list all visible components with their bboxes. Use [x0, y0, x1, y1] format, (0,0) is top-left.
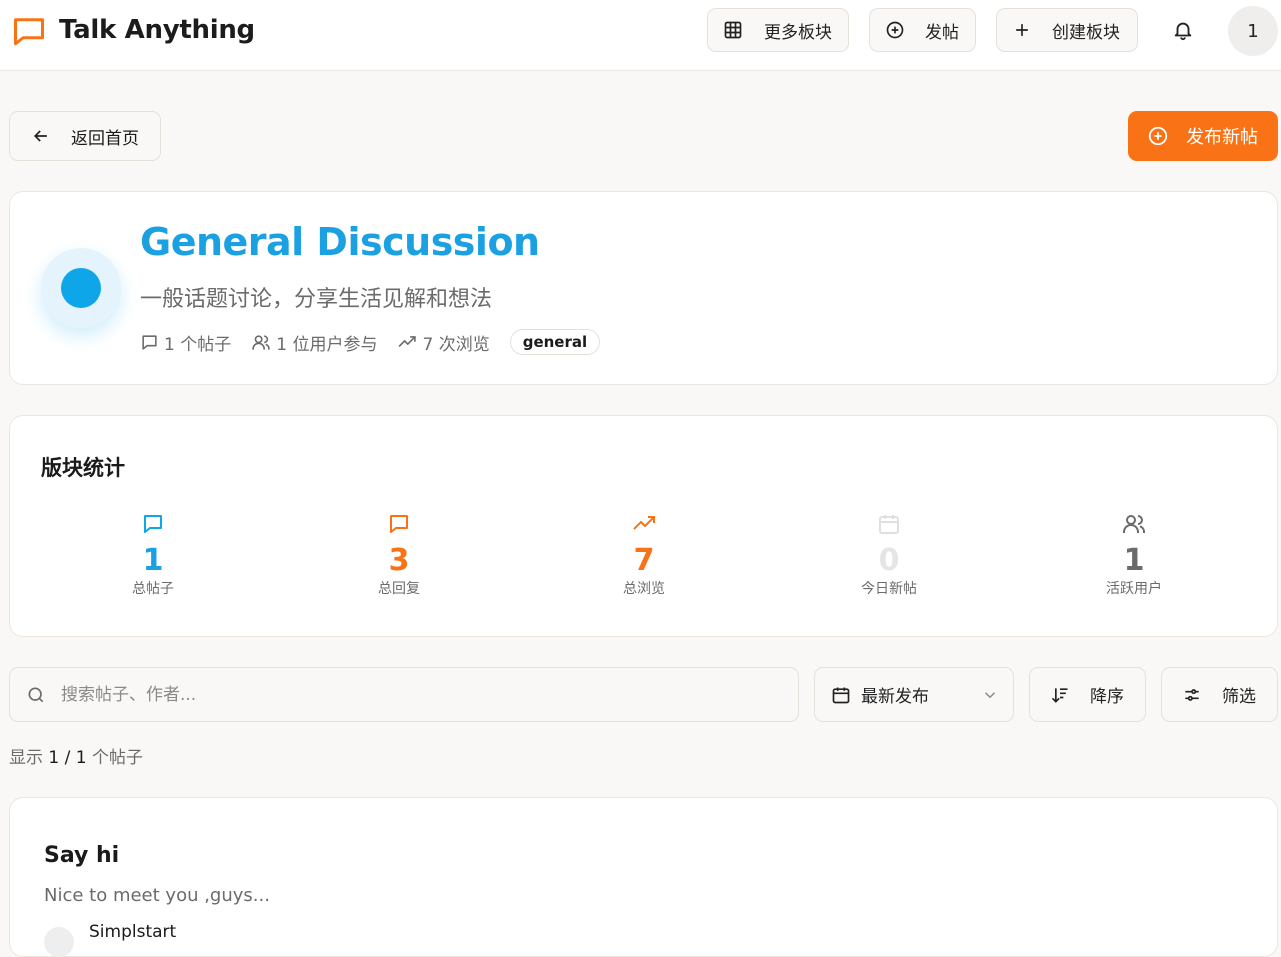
top-navigation-bar: Talk Anything 更多板块 发帖 创建板块 1	[0, 0, 1281, 71]
chat-logo-icon[interactable]	[11, 13, 47, 49]
user-avatar-text: 1	[1247, 20, 1259, 42]
board-posts-meta: 1 个帖子	[140, 330, 231, 355]
search-icon	[26, 685, 46, 705]
plus-circle-icon	[1147, 125, 1169, 147]
sort-order-button[interactable]: 降序	[1029, 667, 1146, 722]
post-excerpt: Nice to meet you ,guys...	[44, 885, 270, 906]
filter-label: 筛选	[1222, 687, 1256, 707]
stat-total-replies: 3 总回复	[319, 512, 479, 598]
calendar-icon	[877, 512, 901, 536]
stat-label: 今日新帖	[861, 581, 917, 597]
grid-icon	[723, 20, 743, 40]
sort-order-label: 降序	[1090, 687, 1124, 707]
sort-select[interactable]: 最新发布	[814, 667, 1014, 722]
back-home-label: 返回首页	[71, 128, 139, 149]
plus-circle-icon	[885, 20, 905, 40]
board-color-dot	[61, 268, 101, 308]
stat-value: 1	[142, 543, 164, 578]
post-card[interactable]: Say hi Nice to meet you ,guys... Simplst…	[9, 797, 1278, 957]
results-shown: 1 / 1	[48, 748, 87, 768]
board-tag[interactable]: general	[509, 329, 601, 355]
board-posts-count: 1 个帖子	[164, 334, 232, 355]
board-meta: 1 个帖子 1 位用户参与 7 次浏览 general	[140, 328, 601, 356]
stat-label: 总浏览	[623, 581, 665, 597]
app-title[interactable]: Talk Anything	[59, 15, 255, 45]
sliders-icon	[1182, 685, 1202, 705]
user-avatar[interactable]: 1	[1228, 6, 1278, 56]
board-users-count: 1 位用户参与	[276, 334, 378, 355]
stat-value: 1	[1123, 543, 1145, 578]
stat-active-users: 1 活跃用户	[1054, 512, 1214, 598]
board-views-count: 7 次浏览	[422, 334, 490, 355]
board-title: General Discussion	[140, 220, 540, 264]
trending-up-icon	[632, 512, 656, 536]
arrow-left-icon	[31, 126, 51, 146]
users-icon	[251, 333, 276, 352]
bell-icon[interactable]	[1172, 19, 1194, 41]
board-description: 一般话题讨论，分享生活见解和想法	[140, 287, 493, 312]
post-label: 发帖	[925, 22, 959, 43]
board-views-meta: 7 次浏览	[397, 330, 490, 355]
create-board-button[interactable]: 创建板块	[996, 8, 1138, 52]
message-square-icon	[387, 512, 411, 536]
stat-label: 总回复	[378, 581, 420, 597]
calendar-icon	[831, 685, 851, 705]
search-input[interactable]	[61, 684, 761, 705]
message-square-icon	[140, 333, 164, 352]
more-boards-label: 更多板块	[764, 22, 832, 43]
trending-up-icon	[397, 333, 422, 352]
post-author[interactable]: Simplstart	[89, 922, 176, 942]
results-count: 显示 1 / 1 个帖子	[9, 743, 143, 768]
stat-value: 3	[388, 543, 410, 578]
sort-value: 最新发布	[861, 687, 929, 707]
board-info-card: General Discussion 一般话题讨论，分享生活见解和想法 1 个帖…	[9, 191, 1278, 385]
post-button[interactable]: 发帖	[869, 8, 976, 52]
search-box[interactable]	[9, 667, 799, 722]
message-square-icon	[141, 512, 165, 536]
board-icon	[41, 248, 121, 328]
stat-total-posts: 1 总帖子	[73, 512, 233, 598]
stat-label: 活跃用户	[1106, 581, 1162, 597]
back-home-button[interactable]: 返回首页	[9, 111, 161, 161]
results-suffix: 个帖子	[91, 748, 143, 768]
stat-value: 0	[878, 543, 900, 578]
chevron-down-icon	[981, 686, 999, 704]
more-boards-button[interactable]: 更多板块	[707, 8, 849, 52]
users-icon	[1122, 512, 1146, 536]
plus-icon	[1012, 20, 1032, 40]
new-post-button[interactable]: 发布新帖	[1128, 111, 1278, 161]
new-post-label: 发布新帖	[1186, 127, 1258, 148]
stat-total-views: 7 总浏览	[564, 512, 724, 598]
post-title[interactable]: Say hi	[44, 843, 119, 868]
stat-label: 总帖子	[132, 581, 174, 597]
board-users-meta: 1 位用户参与	[251, 330, 377, 355]
stats-title: 版块统计	[41, 456, 125, 480]
stat-value: 7	[633, 543, 655, 578]
filter-button[interactable]: 筛选	[1161, 667, 1278, 722]
results-prefix: 显示	[9, 748, 43, 768]
stat-today-posts: 0 今日新帖	[809, 512, 969, 598]
board-stats-card: 版块统计 1 总帖子 3 总回复 7 总浏览 0 今日新帖 1 活跃用户	[9, 415, 1278, 637]
sort-descending-icon	[1050, 685, 1070, 705]
create-board-label: 创建板块	[1052, 22, 1120, 43]
